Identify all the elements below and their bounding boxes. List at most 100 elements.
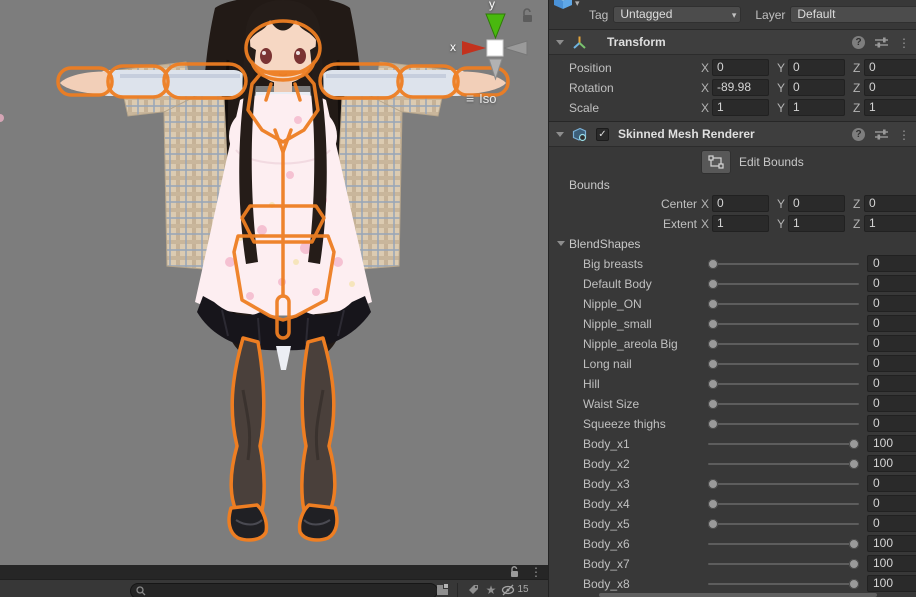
slider-thumb[interactable] [708,499,718,509]
slider-thumb[interactable] [708,339,718,349]
component-enabled-checkbox[interactable]: ✓ [596,128,609,141]
slider-thumb[interactable] [708,399,718,409]
blendshape-slider[interactable] [706,254,861,274]
search-field[interactable] [130,583,438,597]
foldout-icon[interactable] [556,132,564,137]
blendshape-slider[interactable] [706,454,861,474]
projection-toggle[interactable]: ≡ Iso [466,90,497,106]
skinned-mesh-renderer-header[interactable]: ✓ Skinned Mesh Renderer ? ⋮ [549,122,916,147]
blendshape-slider[interactable] [706,294,861,314]
blendshape-value-field[interactable]: 100 [867,435,916,452]
blendshape-slider[interactable] [706,474,861,494]
y-value-field[interactable]: 0 [788,195,845,212]
prefab-filter-icon[interactable] [433,582,451,597]
x-value-field[interactable]: 1 [712,215,769,232]
slider-thumb[interactable] [849,459,859,469]
blendshape-slider[interactable] [706,414,861,434]
x-value-field[interactable]: 1 [712,99,769,116]
slider-thumb[interactable] [849,559,859,569]
help-icon[interactable]: ? [852,128,865,141]
blendshape-value-field[interactable]: 0 [867,295,916,312]
blendshape-slider[interactable] [706,354,861,374]
slider-thumb[interactable] [708,519,718,529]
tag-dropdown[interactable]: Untagged ▾ [613,6,741,23]
bounds-label: Bounds [569,178,610,192]
z-value-field[interactable]: 0 [864,195,916,212]
slider-track [708,423,859,425]
y-value-field[interactable]: 0 [788,59,845,76]
blendshape-slider[interactable] [706,374,861,394]
blendshapes-foldout-row[interactable]: BlendShapes [549,234,916,254]
scene-lock-icon[interactable] [520,8,534,23]
transform-header[interactable]: Transform ? ⋮ [549,30,916,55]
slider-thumb[interactable] [708,479,718,489]
layer-dropdown[interactable]: Default ▾ [790,6,916,23]
blendshape-value-field[interactable]: 0 [867,475,916,492]
blendshape-slider[interactable] [706,434,861,454]
blendshape-slider[interactable] [706,514,861,534]
blendshape-value-field[interactable]: 0 [867,355,916,372]
scene-visibility-icon[interactable]: 15 [500,582,530,597]
slider-thumb[interactable] [849,439,859,449]
component-menu-icon[interactable]: ⋮ [898,37,910,49]
presets-icon[interactable] [875,129,888,140]
blendshape-value-field[interactable]: 0 [867,415,916,432]
panel-lock-icon[interactable] [509,566,520,578]
blendshape-value-field[interactable]: 100 [867,455,916,472]
blendshape-value-field[interactable]: 0 [867,255,916,272]
blendshape-value-field[interactable]: 0 [867,275,916,292]
foldout-icon[interactable] [556,40,564,45]
search-input[interactable] [146,585,416,597]
slider-thumb[interactable] [708,279,718,289]
blendshape-value-field[interactable]: 100 [867,575,916,592]
blendshape-slider[interactable] [706,494,861,514]
blendshape-slider[interactable] [706,554,861,574]
blendshape-value-field[interactable]: 0 [867,335,916,352]
y-axis-label: Y [777,197,785,211]
blendshape-slider[interactable] [706,574,861,594]
slider-thumb[interactable] [708,379,718,389]
z-value-field[interactable]: 0 [864,59,916,76]
blendshape-value-field[interactable]: 100 [867,535,916,552]
blendshape-value-field[interactable]: 0 [867,495,916,512]
presets-icon[interactable] [875,37,888,48]
slider-thumb[interactable] [708,419,718,429]
blendshape-slider[interactable] [706,334,861,354]
x-value-field[interactable]: 0 [712,195,769,212]
y-value-field[interactable]: 1 [788,215,845,232]
z-value-field[interactable]: 1 [864,99,916,116]
y-value-field[interactable]: 0 [788,79,845,96]
panel-menu-icon[interactable]: ⋮ [530,566,542,578]
blendshape-slider[interactable] [706,394,861,414]
blendshape-value-field[interactable]: 100 [867,555,916,572]
inspector-panel: ▾ Tag Untagged ▾ Layer Default ▾ [548,0,916,597]
help-icon[interactable]: ? [852,36,865,49]
scene-view[interactable]: y x ≡ Iso ⋮ [0,0,548,597]
x-value-field[interactable]: 0 [712,59,769,76]
blendshape-value-field[interactable]: 0 [867,395,916,412]
slider-thumb[interactable] [849,539,859,549]
blendshape-slider[interactable] [706,274,861,294]
blendshape-value-field[interactable]: 0 [867,515,916,532]
prefab-caret-icon[interactable]: ▾ [575,0,580,9]
slider-thumb[interactable] [708,259,718,269]
x-value-field[interactable]: -89.98 [712,79,769,96]
dropdown-caret-icon: ▾ [732,8,737,23]
blendshape-value-field[interactable]: 0 [867,315,916,332]
slider-thumb[interactable] [708,359,718,369]
component-menu-icon[interactable]: ⋮ [898,129,910,141]
foldout-icon[interactable] [557,241,565,246]
z-value-field[interactable]: 0 [864,79,916,96]
blendshape-slider[interactable] [706,534,861,554]
favorites-star-icon[interactable]: ★ [482,582,500,597]
y-value-field[interactable]: 1 [788,99,845,116]
blendshapes-label: BlendShapes [569,237,640,251]
slider-thumb[interactable] [849,579,859,589]
label-filter-icon[interactable] [464,582,482,597]
blendshape-value-field[interactable]: 0 [867,375,916,392]
edit-bounds-button[interactable] [701,150,731,174]
slider-thumb[interactable] [708,319,718,329]
slider-thumb[interactable] [708,299,718,309]
z-value-field[interactable]: 1 [864,215,916,232]
blendshape-slider[interactable] [706,314,861,334]
